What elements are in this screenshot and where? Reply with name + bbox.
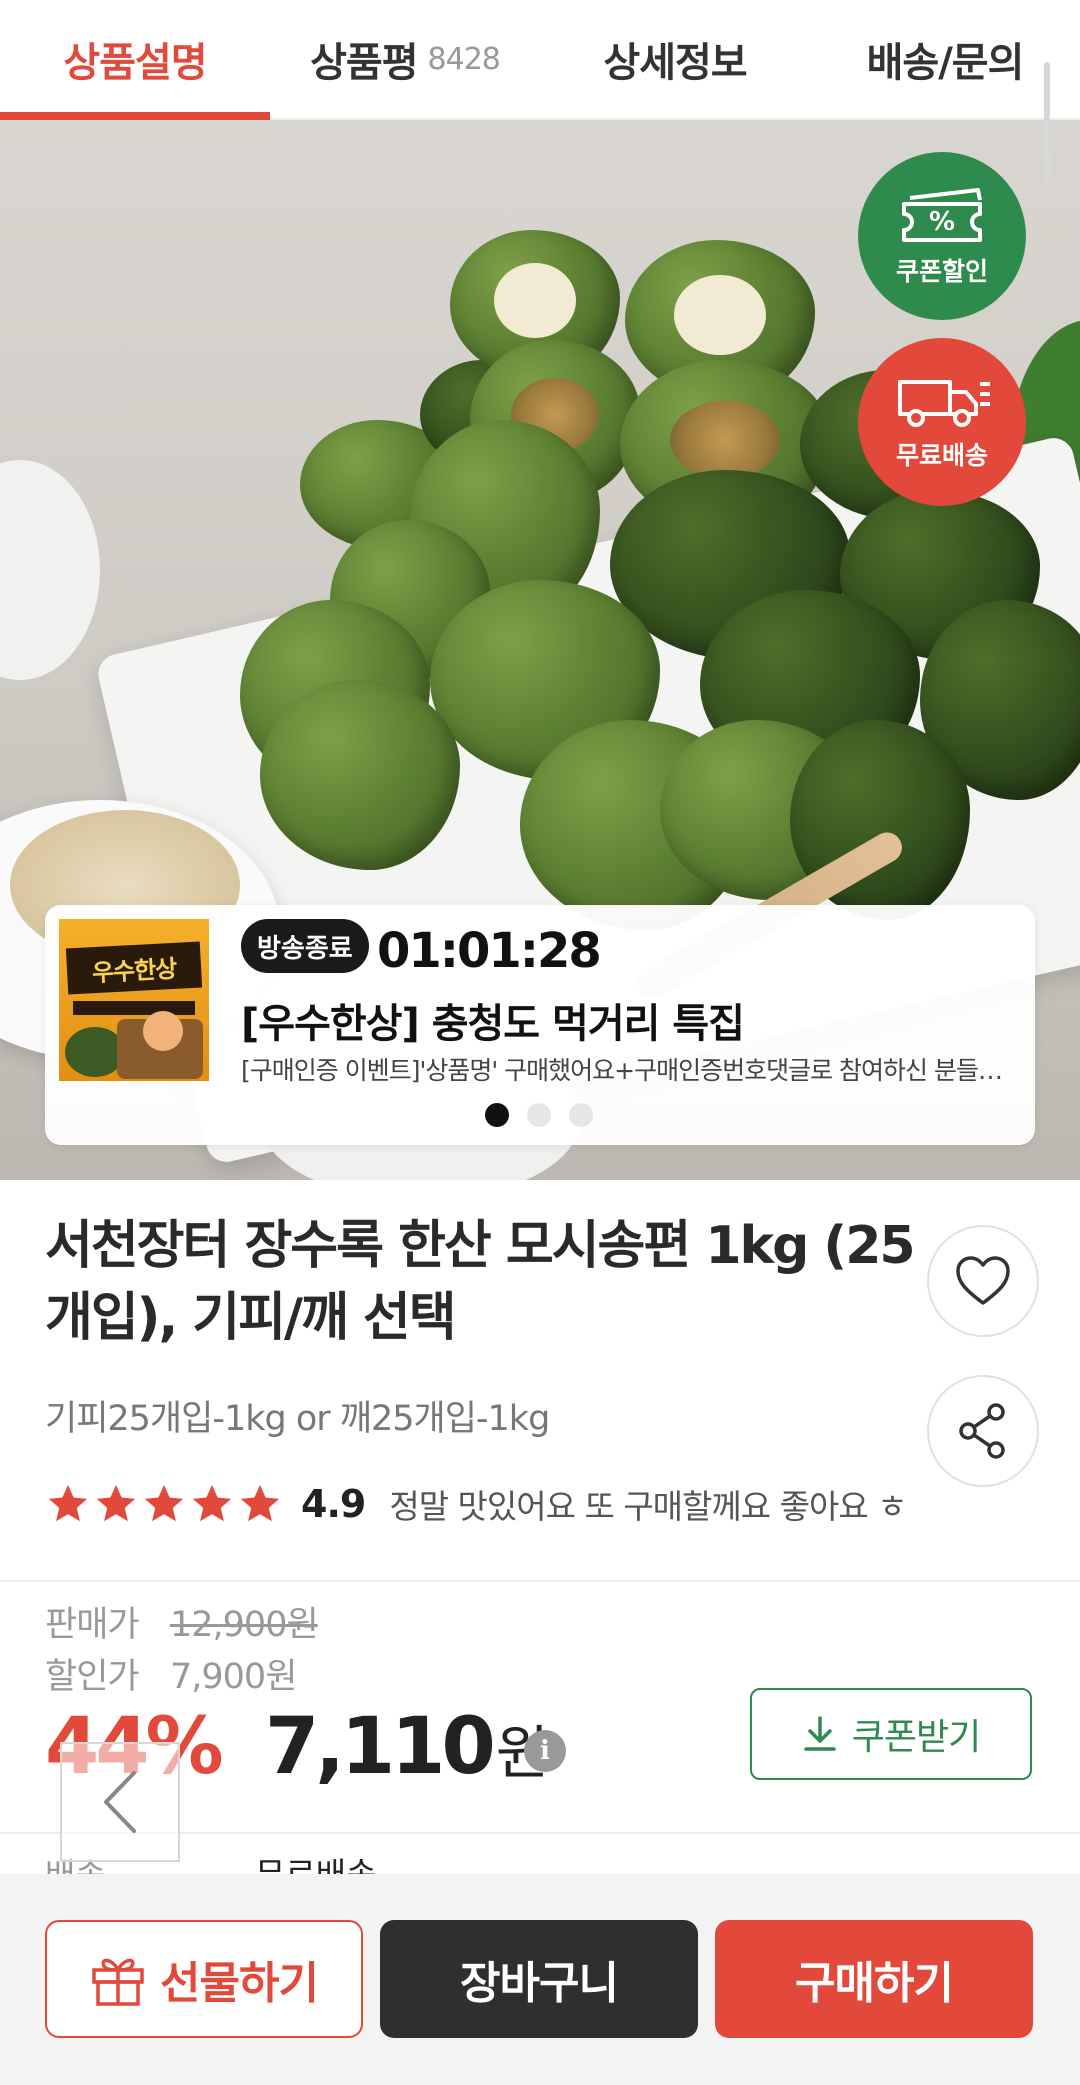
review-count: 8428: [427, 41, 501, 77]
scrollbar-thumb[interactable]: [1044, 62, 1050, 182]
star-icon: [48, 1484, 88, 1522]
coupon-discount-label: 쿠폰할인: [895, 257, 988, 286]
final-price: 7,110원: [265, 1702, 549, 1792]
star-rating: [45, 1481, 283, 1527]
live-thumbnail: 우수한상: [59, 919, 209, 1081]
heart-icon: [956, 1256, 1010, 1305]
add-to-cart-button[interactable]: 장바구니: [380, 1920, 698, 2038]
live-status-badge: 방송종료: [241, 919, 369, 973]
free-shipping-label: 무료배송: [895, 441, 988, 470]
product-tab-bar: 상품설명 상품평 8428 상세정보 배송/문의: [0, 0, 1080, 120]
bowl-decor: [0, 460, 100, 680]
rating-row[interactable]: 4.9 정말 맛있어요 또 구매할께요 좋아요 ㅎ: [45, 1480, 919, 1528]
live-title: [우수한상] 충청도 먹거리 특집: [241, 1001, 745, 1047]
sale-price-label: 판매가: [45, 1605, 140, 1645]
get-coupon-label: 쿠폰받기: [851, 1717, 981, 1758]
download-icon: [804, 1716, 836, 1751]
tab-reviews[interactable]: 상품평 8428: [270, 0, 540, 118]
carousel-dot[interactable]: [569, 1103, 593, 1127]
tab-description[interactable]: 상품설명: [0, 0, 270, 120]
live-timer: 01:01:28: [377, 923, 602, 979]
carousel-dots: [485, 1103, 593, 1127]
star-icon: [192, 1484, 232, 1522]
gift-label: 선물하기: [160, 1958, 319, 2009]
tab-description-label: 상품설명: [63, 40, 207, 86]
final-price-value: 7,110: [265, 1702, 496, 1792]
tab-reviews-label: 상품평: [310, 40, 418, 86]
coupon-ticket-icon: %: [902, 188, 982, 242]
tab-shipping-label: 배송/문의: [866, 40, 1025, 86]
tab-details-label: 상세정보: [603, 40, 747, 86]
sale-price-value: 12,900원: [170, 1605, 319, 1645]
star-icon: [240, 1484, 280, 1522]
star-icon: [144, 1484, 184, 1522]
bottom-action-bar: 선물하기 장바구니 구매하기: [0, 1874, 1080, 2085]
chevron-left-icon: [104, 1771, 136, 1833]
share-button[interactable]: [927, 1375, 1039, 1487]
back-button[interactable]: [60, 1742, 180, 1862]
gift-icon: [92, 1958, 144, 2006]
live-broadcast-card[interactable]: 우수한상 방송종료 01:01:28 [우수한상] 충청도 먹거리 특집 [구매…: [45, 905, 1035, 1145]
svg-text:%: %: [929, 207, 955, 237]
delivery-truck-icon: [898, 380, 990, 427]
review-snippet: 정말 맛있어요 또 구매할께요 좋아요 ㅎ: [389, 1487, 907, 1526]
get-coupon-button[interactable]: 쿠폰받기: [750, 1688, 1032, 1780]
discount-price-label: 할인가: [45, 1657, 140, 1697]
share-icon: [959, 1403, 1005, 1459]
free-shipping-badge[interactable]: 무료배송: [858, 338, 1026, 506]
product-info: 서천장터 장수록 한산 모시송편 1kg (25개입), 기피/깨 선택 기피2…: [0, 1180, 1080, 1580]
tab-shipping-inquiry[interactable]: 배송/문의: [810, 0, 1080, 118]
live-thumbnail-title: 우수한상: [65, 941, 203, 995]
carousel-dot[interactable]: [527, 1103, 551, 1127]
product-option: 기피25개입-1kg or 깨25개입-1kg: [45, 1399, 550, 1439]
cart-label: 장바구니: [460, 1958, 619, 2009]
price-info-icon[interactable]: i: [524, 1730, 566, 1772]
tab-details[interactable]: 상세정보: [540, 0, 810, 118]
rating-score: 4.9: [301, 1482, 366, 1526]
buy-label: 구매하기: [795, 1958, 954, 2009]
live-description: [구매인증 이벤트]'상품명' 구매했어요+구매인증번호댓글로 참여하신 분들…: [241, 1056, 1003, 1085]
product-title: 서천장터 장수록 한산 모시송편 1kg (25개입), 기피/깨 선택: [45, 1216, 916, 1348]
star-icon: [96, 1484, 136, 1522]
coupon-discount-badge[interactable]: % 쿠폰할인: [858, 152, 1026, 320]
buy-now-button[interactable]: 구매하기: [715, 1920, 1033, 2038]
wishlist-button[interactable]: [927, 1225, 1039, 1337]
shipping-value: 무료배송: [255, 1848, 376, 1874]
gift-button[interactable]: 선물하기: [45, 1920, 363, 2038]
carousel-dot[interactable]: [485, 1103, 509, 1127]
discount-price-value: 7,900원: [170, 1657, 297, 1697]
